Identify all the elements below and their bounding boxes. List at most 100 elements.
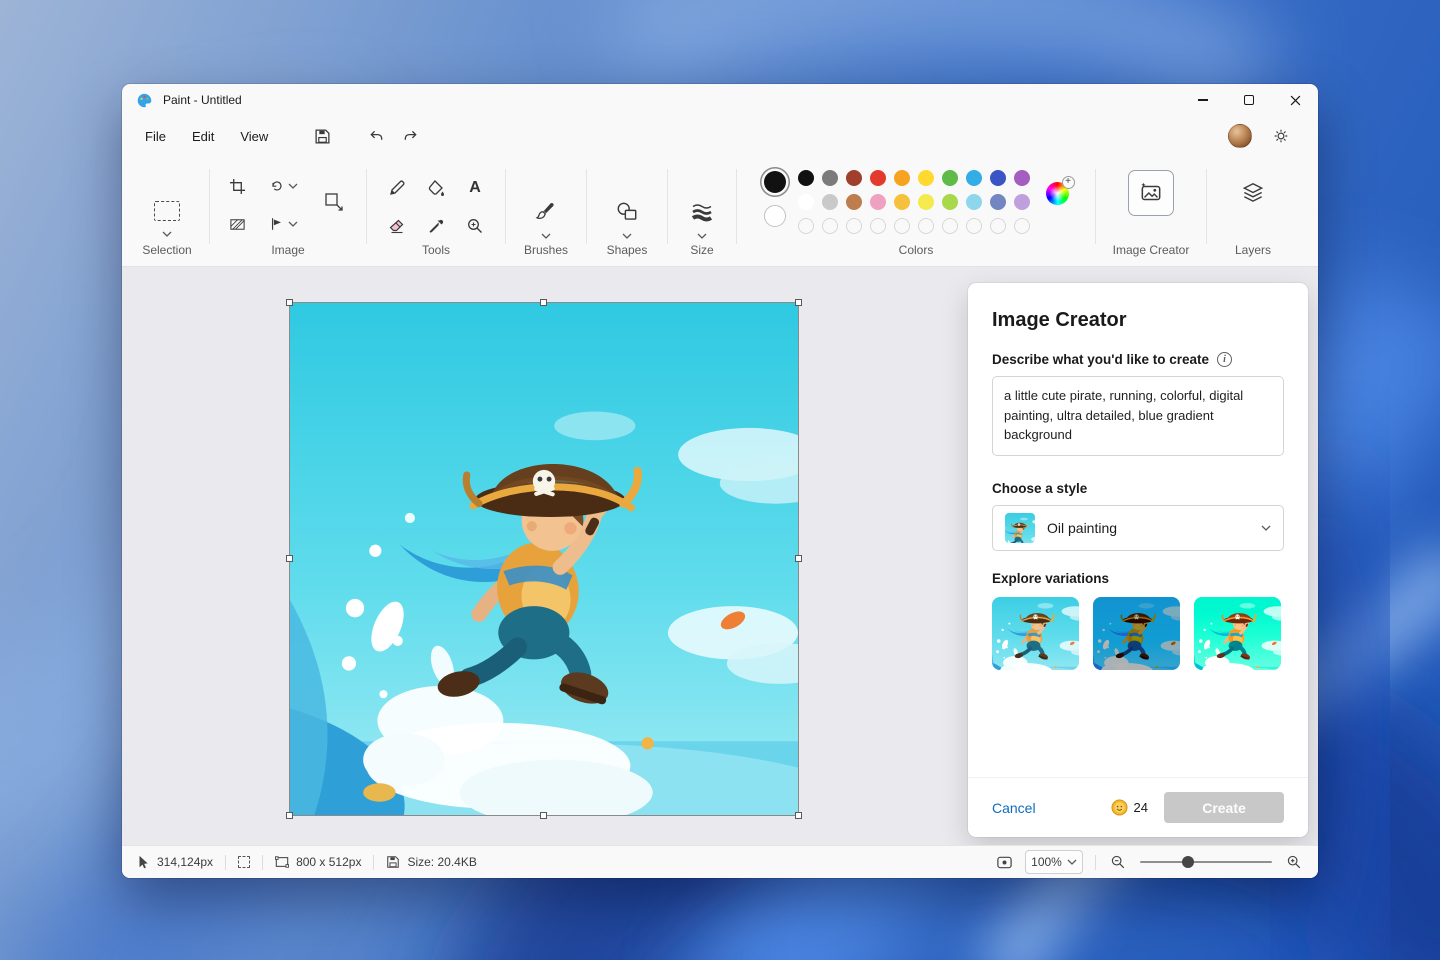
- empty-color-swatch[interactable]: [1014, 218, 1030, 234]
- color-swatch[interactable]: [822, 170, 838, 186]
- color-picker-tool-button[interactable]: [418, 208, 454, 243]
- style-dropdown[interactable]: Oil painting: [992, 505, 1284, 551]
- ribbon: Selection: [122, 156, 1318, 266]
- flip-button[interactable]: [259, 208, 307, 240]
- color-swatch[interactable]: [846, 170, 862, 186]
- prompt-input[interactable]: a little cute pirate, running, colorful,…: [992, 376, 1284, 456]
- color-swatch[interactable]: [942, 194, 958, 210]
- color-swatch[interactable]: [966, 194, 982, 210]
- flip-icon: [269, 216, 285, 232]
- color-swatch[interactable]: [918, 170, 934, 186]
- variation-thumbnail-3[interactable]: [1194, 597, 1281, 670]
- color-swatch[interactable]: [822, 194, 838, 210]
- zoom-in-button[interactable]: [1284, 852, 1304, 872]
- text-tool-button[interactable]: A: [457, 170, 493, 205]
- redo-button[interactable]: [393, 121, 427, 151]
- layers-button[interactable]: [1232, 172, 1274, 214]
- color-swatch[interactable]: [798, 170, 814, 186]
- close-button[interactable]: [1272, 84, 1318, 116]
- color-swatch[interactable]: [990, 170, 1006, 186]
- paint-app-icon: [136, 92, 153, 109]
- empty-color-swatch[interactable]: [990, 218, 1006, 234]
- panel-title: Image Creator: [992, 309, 1284, 332]
- custom-color-wrap: [1046, 182, 1069, 210]
- canvas-area[interactable]: Image Creator Describe what you'd like t…: [122, 266, 1318, 845]
- selected-image[interactable]: [290, 303, 798, 815]
- ribbon-section-image: Image: [213, 156, 363, 266]
- window-title: Paint - Untitled: [163, 93, 242, 107]
- credits: 24: [1111, 799, 1148, 816]
- color-swatch[interactable]: [894, 194, 910, 210]
- fill-pattern-button[interactable]: [221, 208, 253, 240]
- selection-handle-nw[interactable]: [286, 299, 293, 306]
- info-icon[interactable]: [1217, 352, 1232, 367]
- canvas-size-icon: [275, 855, 289, 869]
- pencil-tool-button[interactable]: [379, 170, 415, 205]
- empty-color-swatch[interactable]: [870, 218, 886, 234]
- image-creator-button[interactable]: [1128, 170, 1174, 216]
- statusbar: 314,124px 800 x 512px Size: 20.4KB: [122, 845, 1318, 878]
- color-swatch[interactable]: [870, 170, 886, 186]
- cancel-button[interactable]: Cancel: [992, 800, 1036, 816]
- resize-button[interactable]: [313, 181, 355, 223]
- empty-color-swatch[interactable]: [918, 218, 934, 234]
- variation-thumbnail-2[interactable]: [1093, 597, 1180, 670]
- settings-button[interactable]: [1264, 121, 1298, 151]
- redo-icon: [402, 128, 419, 145]
- selection-handle-w[interactable]: [286, 555, 293, 562]
- fill-tool-button[interactable]: [418, 170, 454, 205]
- selection-handle-e[interactable]: [795, 555, 802, 562]
- menu-file[interactable]: File: [132, 122, 179, 151]
- empty-color-swatch[interactable]: [798, 218, 814, 234]
- save-button[interactable]: [305, 121, 339, 151]
- brushes-section-label: Brushes: [509, 243, 583, 257]
- empty-color-swatch[interactable]: [822, 218, 838, 234]
- layers-icon: [1240, 180, 1266, 206]
- empty-color-swatch[interactable]: [846, 218, 862, 234]
- empty-color-swatch[interactable]: [942, 218, 958, 234]
- magnifier-tool-button[interactable]: [457, 208, 493, 243]
- secondary-color-swatch[interactable]: [764, 205, 786, 227]
- cursor-position-value: 314,124px: [157, 855, 213, 869]
- zoom-level-dropdown[interactable]: 100%: [1025, 850, 1083, 874]
- zoom-slider[interactable]: [1140, 861, 1272, 863]
- variation-thumbnail-1[interactable]: [992, 597, 1079, 670]
- color-swatch[interactable]: [1014, 194, 1030, 210]
- color-swatch[interactable]: [798, 194, 814, 210]
- chevron-down-icon: [1261, 525, 1271, 531]
- maximize-button[interactable]: [1226, 84, 1272, 116]
- eraser-tool-button[interactable]: [379, 208, 415, 243]
- image-creator-panel: Image Creator Describe what you'd like t…: [968, 283, 1308, 837]
- color-swatch[interactable]: [870, 194, 886, 210]
- zoom-slider-thumb[interactable]: [1182, 856, 1194, 868]
- color-swatch[interactable]: [966, 170, 982, 186]
- selection-handle-s[interactable]: [540, 812, 547, 819]
- selection-handle-se[interactable]: [795, 812, 802, 819]
- user-avatar[interactable]: [1228, 124, 1252, 148]
- ribbon-divider: [505, 169, 506, 244]
- empty-color-swatch[interactable]: [894, 218, 910, 234]
- color-swatch[interactable]: [918, 194, 934, 210]
- color-swatch[interactable]: [942, 170, 958, 186]
- zoom-fit-button[interactable]: [994, 852, 1015, 873]
- color-swatch[interactable]: [894, 170, 910, 186]
- color-swatch[interactable]: [1014, 170, 1030, 186]
- variation-image-3: [1194, 597, 1281, 670]
- palette-row-1: [798, 170, 1030, 186]
- minimize-button[interactable]: [1180, 84, 1226, 116]
- empty-color-swatch[interactable]: [966, 218, 982, 234]
- selection-size-status: [238, 856, 250, 868]
- selection-handle-ne[interactable]: [795, 299, 802, 306]
- undo-button[interactable]: [359, 121, 393, 151]
- menu-edit[interactable]: Edit: [179, 122, 227, 151]
- rotate-button[interactable]: [259, 170, 307, 202]
- selection-handle-n[interactable]: [540, 299, 547, 306]
- zoom-out-button[interactable]: [1108, 852, 1128, 872]
- crop-button[interactable]: [221, 170, 253, 202]
- menu-view[interactable]: View: [227, 122, 281, 151]
- primary-color-swatch[interactable]: [764, 171, 786, 193]
- color-swatch[interactable]: [846, 194, 862, 210]
- create-button[interactable]: Create: [1164, 792, 1284, 823]
- color-swatch[interactable]: [990, 194, 1006, 210]
- selection-handle-sw[interactable]: [286, 812, 293, 819]
